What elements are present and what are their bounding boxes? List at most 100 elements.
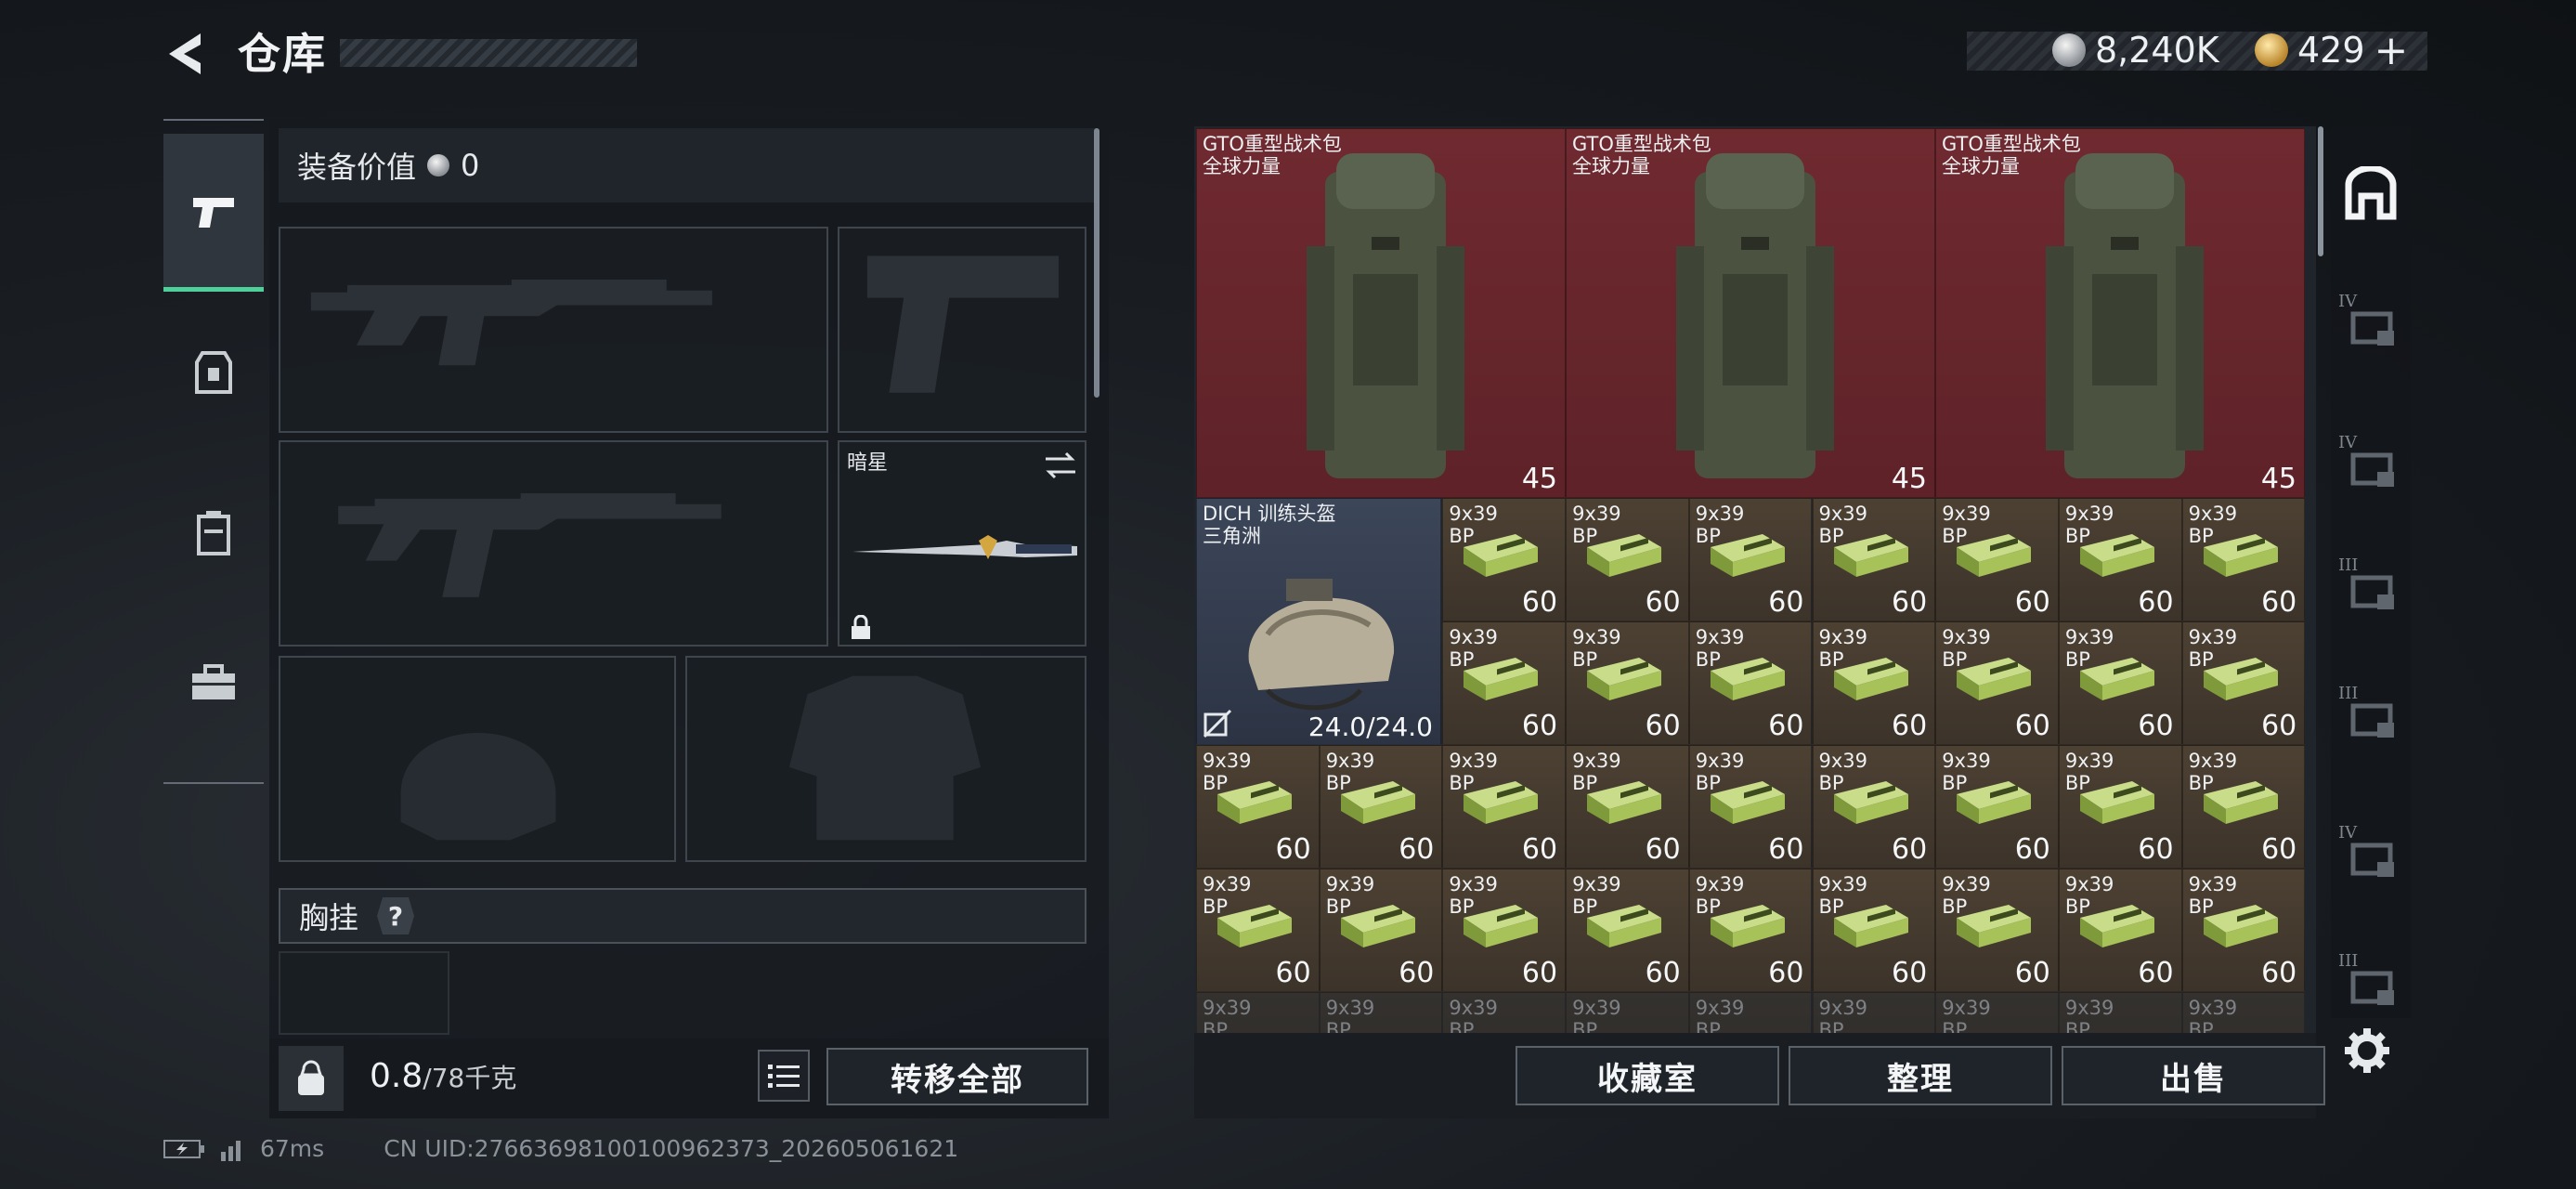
gold-coin-icon — [2255, 33, 2288, 67]
item-quantity: 60 — [2014, 586, 2050, 619]
ammo-box-icon — [1340, 781, 1415, 824]
ammo-item[interactable]: 9x39 BP 60 — [1196, 869, 1320, 992]
tab-case[interactable] — [163, 604, 264, 762]
ammo-item[interactable]: 9x39 BP 60 — [1688, 498, 1813, 621]
ammo-item[interactable]: 9x39 BP — [1688, 992, 1813, 1033]
kettlebell-icon — [298, 1060, 324, 1095]
ammo-box-icon — [2203, 534, 2278, 577]
ammo-item[interactable]: 9x39 BP 60 — [1688, 745, 1813, 869]
ammo-item[interactable]: 9x39 BP 60 — [1688, 869, 1813, 992]
ammo-item[interactable]: 9x39 BP 60 — [2058, 745, 2182, 869]
melee-slot[interactable]: 暗星 — [838, 440, 1086, 647]
silver-amount: 8,240K — [2095, 30, 2219, 71]
ammo-box-icon — [1464, 781, 1539, 824]
item-name: 9x39 BP — [1572, 997, 1621, 1033]
helmet-slot[interactable] — [279, 656, 676, 862]
swap-icon[interactable] — [1042, 450, 1079, 481]
item-quantity: 60 — [1768, 957, 1804, 989]
ammo-item[interactable]: 9x39 BP 60 — [2058, 621, 2182, 745]
back-button[interactable] — [158, 26, 214, 82]
ammo-item[interactable]: 9x39 BP 60 — [1812, 869, 1936, 992]
list-icon — [768, 1065, 800, 1088]
ammo-item[interactable]: 9x39 BP 60 — [1566, 869, 1689, 992]
item-category-icon — [2350, 703, 2394, 738]
ammo-item[interactable]: 9x39 BP 60 — [1442, 745, 1567, 869]
help-icon[interactable]: ? — [377, 897, 415, 934]
tier-filter-button[interactable]: III — [2338, 951, 2403, 1016]
ammo-item[interactable]: 9x39 BP 60 — [2181, 745, 2306, 869]
sell-button[interactable]: 出售 — [2062, 1046, 2325, 1105]
ammo-item[interactable]: 9x39 BP 60 — [1319, 745, 1443, 869]
ammo-item[interactable]: 9x39 BP 60 — [1566, 621, 1689, 745]
item-quantity: 60 — [1892, 586, 1928, 619]
ammo-item[interactable]: 9x39 BP 60 — [1935, 621, 2059, 745]
stash-overview-button[interactable] — [2338, 162, 2403, 227]
item-quantity: 60 — [2014, 833, 2050, 866]
silver-currency[interactable]: 8,240K — [2052, 22, 2219, 78]
ammo-item[interactable]: 9x39 BP 60 — [1935, 869, 2059, 992]
item-name: DICH 训练头盔 三角洲 — [1203, 503, 1336, 547]
ammo-item[interactable]: 9x39 BP — [2181, 992, 2306, 1033]
tier-filter-button[interactable]: III — [2338, 555, 2403, 621]
tab-gear[interactable] — [163, 294, 264, 451]
pistol-slot[interactable] — [838, 227, 1086, 433]
stash-scrollbar[interactable] — [2318, 126, 2323, 256]
ammo-item[interactable]: 9x39 BP 60 — [1812, 621, 1936, 745]
equipment-scrollbar[interactable] — [1094, 128, 1099, 398]
tier-filter-button[interactable]: III — [2338, 684, 2403, 749]
ammo-item[interactable]: 9x39 BP 60 — [1442, 869, 1567, 992]
ammo-item[interactable]: 9x39 BP 60 — [1319, 869, 1443, 992]
knife-icon — [852, 535, 1077, 559]
backpack-item[interactable]: GTO重型战术包 全球力量 45 — [1935, 128, 2305, 498]
backpack-item[interactable]: GTO重型战术包 全球力量 45 — [1566, 128, 1935, 498]
tab-backpack[interactable] — [163, 453, 264, 611]
tier-filter-button[interactable]: IV — [2338, 292, 2403, 357]
gold-currency[interactable]: 429 + — [2255, 22, 2408, 78]
collection-room-button[interactable]: 收藏室 — [1516, 1046, 1779, 1105]
ammo-item[interactable]: 9x39 BP 60 — [1196, 745, 1320, 869]
ammo-item[interactable]: 9x39 BP 60 — [2181, 498, 2306, 621]
gear-icon[interactable] — [2342, 1026, 2392, 1076]
item-category-icon — [2350, 575, 2394, 609]
ammo-item[interactable]: 9x39 BP 60 — [1566, 745, 1689, 869]
ammo-item[interactable]: 9x39 BP — [1319, 992, 1443, 1033]
ammo-item[interactable]: 9x39 BP — [1935, 992, 2059, 1033]
list-view-button[interactable] — [758, 1050, 810, 1102]
ammo-item[interactable]: 9x39 BP 60 — [1442, 621, 1567, 745]
armor-slot[interactable] — [685, 656, 1086, 862]
ammo-item[interactable]: 9x39 BP 60 — [2181, 621, 2306, 745]
ammo-item[interactable]: 9x39 BP — [2058, 992, 2182, 1033]
tab-weapons[interactable] — [163, 134, 264, 292]
primary-weapon-slot[interactable] — [279, 227, 828, 433]
item-quantity: 60 — [1645, 710, 1681, 742]
add-gold-icon[interactable]: + — [2374, 27, 2409, 74]
backpack-item[interactable]: GTO重型战术包 全球力量 45 — [1196, 128, 1566, 498]
ammo-item[interactable]: 9x39 BP 60 — [1566, 498, 1689, 621]
tier-filter-button[interactable]: IV — [2338, 823, 2403, 888]
tier-filter-button[interactable]: IV — [2338, 433, 2403, 498]
ammo-item[interactable]: 9x39 BP 60 — [1812, 498, 1936, 621]
title-decoration — [340, 39, 637, 67]
chest-rig-slot[interactable] — [279, 951, 449, 1035]
stash-gate-icon — [2345, 166, 2397, 220]
ammo-item[interactable]: 9x39 BP — [1812, 992, 1936, 1033]
helmet-item[interactable]: DICH 训练头盔 三角洲 24.0/24.0 — [1196, 498, 1441, 745]
ammo-box-icon — [2203, 905, 2278, 947]
ammo-item[interactable]: 9x39 BP — [1442, 992, 1567, 1033]
item-quantity: 60 — [1645, 833, 1681, 866]
ammo-item[interactable]: 9x39 BP 60 — [1812, 745, 1936, 869]
ammo-item[interactable]: 9x39 BP — [1566, 992, 1689, 1033]
ammo-item[interactable]: 9x39 BP 60 — [2058, 498, 2182, 621]
ammo-item[interactable]: 9x39 BP 60 — [2058, 869, 2182, 992]
ammo-item[interactable]: 9x39 BP 60 — [2181, 869, 2306, 992]
sort-button[interactable]: 整理 — [1789, 1046, 2052, 1105]
ammo-item[interactable]: 9x39 BP 60 — [1688, 621, 1813, 745]
ammo-item[interactable]: 9x39 BP 60 — [1442, 498, 1567, 621]
transfer-all-button[interactable]: 转移全部 — [826, 1048, 1088, 1105]
ammo-box-icon — [1464, 658, 1539, 700]
ammo-item[interactable]: 9x39 BP 60 — [1935, 745, 2059, 869]
ammo-item[interactable]: 9x39 BP 60 — [1935, 498, 2059, 621]
toolbox-icon — [192, 664, 235, 699]
secondary-weapon-slot[interactable] — [279, 440, 828, 647]
ammo-item[interactable]: 9x39 BP — [1196, 992, 1320, 1033]
